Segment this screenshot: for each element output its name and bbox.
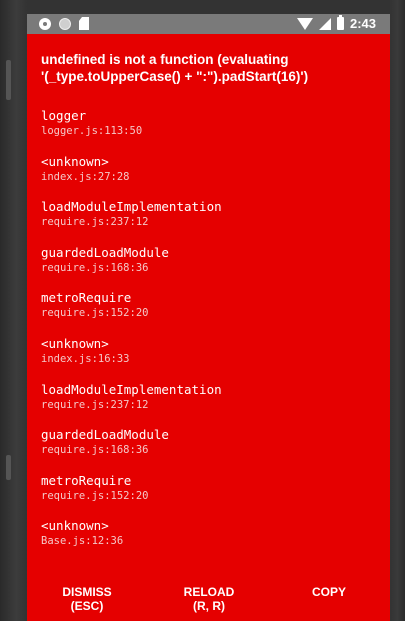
dismiss-shortcut: (ESC) (70, 599, 104, 613)
device-frame: 2:43 undefined is not a function (evalua… (0, 0, 405, 621)
stack-frame-location: index.js:27:28 (41, 170, 130, 183)
stack-frame-location: require.js:168:36 (41, 444, 149, 457)
stack-frame-name: guardedLoadModule (41, 427, 169, 443)
sdcard-icon (79, 17, 89, 30)
stack-frame-name: metroRequire (41, 290, 132, 306)
reload-label: RELOAD (183, 585, 235, 599)
stack-frame-name: guardedLoadModule (41, 244, 169, 260)
stack-frame[interactable]: metroRequire require.js:152:20 (41, 290, 376, 336)
stack-frame-location: Base.js:12:36 (41, 535, 124, 548)
stack-frame-name: <unknown> (41, 518, 109, 534)
stack-frame[interactable]: logger logger.js:113:50 (41, 108, 376, 154)
device-bezel-right (390, 0, 405, 621)
copy-label: COPY (311, 585, 346, 599)
stack-frame[interactable]: loadModuleImplementation require.js:237:1… (41, 382, 376, 428)
stack-frame[interactable]: <unknown> index.js:16:33 (41, 336, 376, 382)
circle-icon (59, 17, 71, 30)
redbox-error-screen: 2:43 undefined is not a function (evalua… (27, 14, 390, 621)
stack-frame-name: metroRequire (41, 472, 132, 488)
stack-frame-location: require.js:152:20 (41, 307, 149, 320)
status-bar-right-icons: 2:43 (296, 15, 376, 31)
power-button[interactable] (6, 455, 11, 480)
status-bar-left-icons (39, 17, 89, 30)
device-bezel-top (0, 0, 405, 14)
reload-button[interactable]: RELOAD (R, R) (173, 585, 245, 613)
stack-frame-location: require.js:168:36 (41, 261, 149, 274)
error-message: undefined is not a function (evaluating … (41, 52, 309, 84)
wifi-icon (296, 17, 313, 30)
stack-frame-location: require.js:237:12 (41, 398, 149, 411)
stack-frame-location: require.js:152:20 (41, 489, 149, 502)
reload-shortcut: (R, R) (193, 599, 225, 613)
stack-frame-name: logger (41, 108, 87, 123)
stack-frame-location: logger.js:113:50 (41, 125, 143, 137)
dismiss-button[interactable]: DISMISS (ESC) (51, 585, 123, 613)
volume-button[interactable] (6, 60, 11, 100)
stack-frame-name: loadModuleImplementation (41, 381, 222, 397)
stack-frame[interactable]: <unknown> index.js:27:28 (41, 154, 376, 200)
stack-frame[interactable]: <unknown> Base.js:12:36 (41, 518, 376, 564)
stack-frame[interactable]: metroRequire require.js:152:20 (41, 473, 376, 519)
dismiss-label: DISMISS (62, 585, 112, 599)
copy-button[interactable]: COPY (297, 585, 361, 599)
stack-frame-location: require.js:237:12 (41, 216, 149, 229)
status-time: 2:43 (349, 16, 376, 31)
stack-frame-name: <unknown> (41, 153, 109, 169)
device-bezel-left (0, 0, 27, 621)
gear-icon (39, 17, 51, 30)
battery-icon (336, 15, 344, 30)
stack-frame[interactable]: loadModuleImplementation require.js:237:1… (41, 199, 376, 245)
stack-frame-name: loadModuleImplementation (41, 199, 222, 215)
redbox-toolbar: DISMISS (ESC) RELOAD (R, R) COPY (27, 580, 390, 621)
status-bar: 2:43 (27, 14, 390, 34)
signal-icon (318, 17, 331, 30)
stack-trace: logger logger.js:113:50 <unknown> index.js:… (41, 108, 376, 564)
stack-frame-location: index.js:16:33 (41, 352, 130, 365)
stack-frame-name: <unknown> (41, 335, 109, 351)
stack-frame[interactable]: guardedLoadModule require.js:168:36 (41, 427, 376, 473)
stack-frame[interactable]: guardedLoadModule require.js:168:36 (41, 245, 376, 291)
